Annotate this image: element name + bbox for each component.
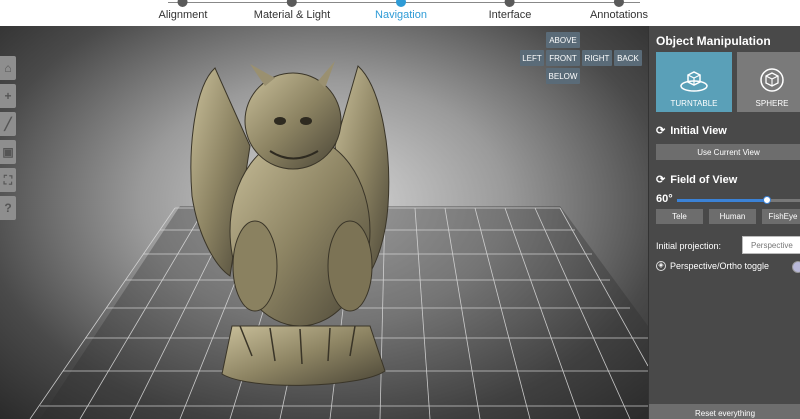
refresh-icon[interactable]: ⟳ xyxy=(656,124,665,137)
home-icon[interactable]: ⌂ xyxy=(0,56,16,80)
step-label: Navigation xyxy=(375,9,427,21)
step-label: Interface xyxy=(488,9,532,21)
toggle-label: Perspective/Ortho toggle xyxy=(670,261,770,271)
step-label: Material & Light xyxy=(253,9,331,21)
projection-label: Initial projection: xyxy=(656,241,722,251)
fov-slider[interactable] xyxy=(677,196,800,204)
use-current-view-button[interactable]: Use Current View xyxy=(656,144,800,160)
step-label: Alignment xyxy=(158,9,208,21)
object-manipulation-panel: Object Manipulation TURNTABLE SPHERE ⟳ I… xyxy=(648,26,800,419)
step-dot xyxy=(613,0,624,7)
cube-icon: ◈ xyxy=(656,261,666,271)
turntable-icon xyxy=(680,71,708,92)
cube-icon[interactable]: ▣ xyxy=(0,140,16,164)
tile-label: TURNTABLE xyxy=(670,99,718,108)
reset-everything-button[interactable]: Reset everything xyxy=(649,404,800,419)
sphere-icon xyxy=(760,68,784,92)
view-back-button[interactable]: BACK xyxy=(614,50,642,66)
help-icon[interactable]: ? xyxy=(0,196,16,220)
step-alignment[interactable]: Alignment xyxy=(158,0,208,21)
step-label: Annotations xyxy=(589,9,649,21)
scene-canvas[interactable] xyxy=(0,26,648,419)
step-dot xyxy=(395,0,406,7)
view-left-button[interactable]: LEFT xyxy=(520,50,544,66)
tile-label: SPHERE xyxy=(755,99,789,108)
fov-header: ⟳ Field of View xyxy=(656,173,738,187)
workflow-stepper: Alignment Material & Light Navigation In… xyxy=(0,0,800,26)
view-above-button[interactable]: ABOVE xyxy=(546,32,580,48)
fov-human-button[interactable]: Human xyxy=(709,209,756,224)
section-title: Initial View xyxy=(670,124,727,137)
step-navigation[interactable]: Navigation xyxy=(375,0,427,21)
fov-fisheye-button[interactable]: FishEye xyxy=(762,209,800,224)
view-below-button[interactable]: BELOW xyxy=(546,68,580,84)
perspective-ortho-toggle[interactable] xyxy=(792,261,800,273)
panel-title: Object Manipulation xyxy=(656,34,771,48)
refresh-icon[interactable]: ⟳ xyxy=(656,173,665,186)
step-dot xyxy=(287,0,297,7)
zoom-in-icon[interactable]: + xyxy=(0,84,16,108)
section-title: Field of View xyxy=(670,173,738,186)
step-dot xyxy=(505,0,515,7)
step-material-light[interactable]: Material & Light xyxy=(254,0,330,21)
fov-value: 60° xyxy=(656,193,673,205)
3d-viewport[interactable]: ⌂ + ╱ ▣ ⛶ ? ABOVE LEFT FRONT RIGHT BACK … xyxy=(0,26,648,419)
turntable-mode-tile[interactable]: TURNTABLE xyxy=(656,52,732,112)
measure-icon[interactable]: ╱ xyxy=(0,112,16,136)
step-dot xyxy=(177,0,188,7)
fov-tele-button[interactable]: Tele xyxy=(656,209,703,224)
view-right-button[interactable]: RIGHT xyxy=(582,50,612,66)
step-annotations[interactable]: Annotations xyxy=(590,0,648,21)
fov-slider-fill xyxy=(677,199,767,202)
view-front-button[interactable]: FRONT xyxy=(546,50,580,66)
initial-view-header: ⟳ Initial View xyxy=(656,124,727,138)
projection-select[interactable]: Perspective xyxy=(742,236,800,254)
step-interface[interactable]: Interface xyxy=(488,0,532,21)
sphere-mode-tile[interactable]: SPHERE xyxy=(737,52,800,112)
fullscreen-icon[interactable]: ⛶ xyxy=(0,168,16,192)
perspective-toggle-row: ◈ Perspective/Ortho toggle xyxy=(656,261,769,271)
left-toolbar: ⌂ + ╱ ▣ ⛶ ? xyxy=(0,56,16,224)
fov-slider-knob[interactable] xyxy=(763,196,771,204)
